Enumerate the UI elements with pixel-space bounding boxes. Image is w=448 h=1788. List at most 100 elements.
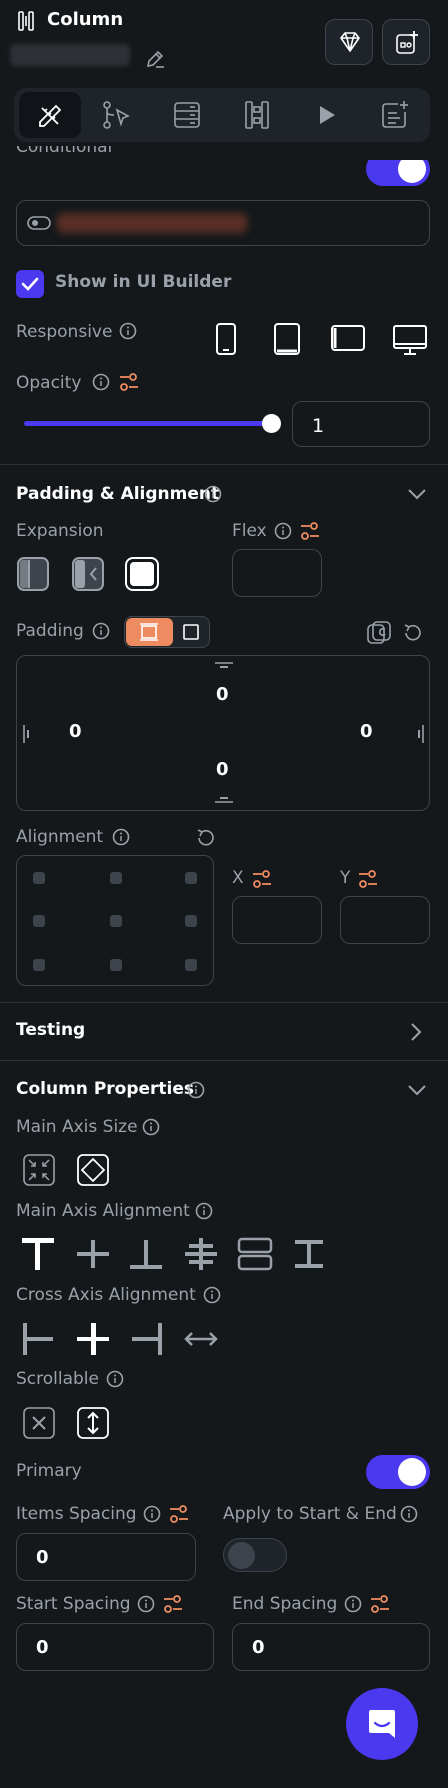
padding-top-input[interactable]: 0: [216, 684, 229, 705]
copy-style-icon[interactable]: [366, 620, 392, 646]
expansion-flexible-button[interactable]: [71, 556, 105, 592]
edit-name-icon[interactable]: [144, 48, 166, 70]
set-variable-icon[interactable]: [162, 1593, 184, 1615]
primary-label: Primary: [16, 1461, 82, 1481]
set-variable-icon[interactable]: [118, 371, 140, 393]
space-around-icon[interactable]: [237, 1236, 273, 1272]
main-axis-max-button[interactable]: [77, 1154, 109, 1186]
add-widget-button[interactable]: [382, 19, 430, 65]
space-evenly-icon[interactable]: [291, 1236, 327, 1272]
set-variable-icon[interactable]: [357, 868, 379, 890]
padding-label: Padding: [16, 621, 84, 641]
align-center-left[interactable]: [33, 915, 45, 927]
info-icon[interactable]: [119, 322, 137, 340]
opacity-slider[interactable]: [24, 414, 281, 434]
align-bottom-left[interactable]: [33, 959, 45, 971]
set-variable-icon[interactable]: [299, 520, 321, 542]
padding-editor: 0 0 0 0: [16, 655, 430, 811]
info-icon[interactable]: [344, 1595, 362, 1613]
widget-name-field[interactable]: [10, 44, 130, 66]
info-icon[interactable]: [106, 1370, 124, 1388]
tablet-icon[interactable]: [272, 322, 302, 356]
info-icon[interactable]: [92, 622, 110, 640]
main-axis-min-button[interactable]: [23, 1154, 55, 1186]
padding-right-input[interactable]: 0: [360, 721, 373, 742]
desktop-icon[interactable]: [392, 324, 428, 356]
items-spacing-input[interactable]: 0: [16, 1533, 196, 1581]
align-end-icon[interactable]: [128, 1236, 164, 1272]
chevron-down-icon[interactable]: [406, 486, 428, 502]
support-chat-button[interactable]: [346, 1688, 418, 1760]
main-axis-size-label: Main Axis Size: [16, 1117, 138, 1137]
premium-button[interactable]: [325, 19, 373, 65]
check-icon: [21, 276, 39, 292]
tablet-landscape-icon[interactable]: [330, 324, 366, 352]
primary-toggle[interactable]: [366, 1455, 430, 1489]
info-icon[interactable]: [137, 1595, 155, 1613]
cross-start-icon[interactable]: [20, 1321, 56, 1357]
align-center-right[interactable]: [185, 915, 197, 927]
padding-left-input[interactable]: 0: [69, 721, 82, 742]
info-icon[interactable]: [274, 522, 292, 540]
set-variable-icon[interactable]: [251, 868, 273, 890]
apply-start-end-toggle[interactable]: [223, 1538, 287, 1572]
y-input[interactable]: [340, 896, 430, 944]
align-bottom-right[interactable]: [185, 959, 197, 971]
info-icon[interactable]: [195, 1202, 213, 1220]
tab-run[interactable]: [315, 102, 339, 128]
opacity-input[interactable]: 1: [292, 401, 430, 447]
expansion-expanded-button[interactable]: [124, 556, 160, 592]
info-icon[interactable]: [143, 1505, 161, 1523]
padding-uniform-button[interactable]: [183, 624, 199, 640]
align-top-center[interactable]: [110, 872, 122, 884]
expansion-default-button[interactable]: [16, 556, 50, 592]
conditional-toggle[interactable]: [366, 160, 430, 186]
padding-bottom-input[interactable]: 0: [216, 759, 229, 780]
conditional-value-field[interactable]: [16, 200, 430, 246]
apply-start-end-label: Apply to Start & End: [223, 1504, 397, 1524]
chevron-right-icon[interactable]: [408, 1021, 424, 1043]
alignment-label: Alignment: [16, 827, 104, 847]
info-icon[interactable]: [400, 1505, 418, 1523]
tab-actions[interactable]: [102, 100, 132, 130]
tab-properties[interactable]: [19, 92, 81, 138]
align-top-right[interactable]: [185, 872, 197, 884]
start-spacing-input[interactable]: 0: [16, 1623, 214, 1671]
tab-notes[interactable]: [380, 100, 410, 130]
tab-backend-query[interactable]: [172, 100, 202, 130]
info-icon[interactable]: [112, 828, 130, 846]
info-icon[interactable]: [142, 1118, 160, 1136]
set-variable-icon[interactable]: [369, 1593, 391, 1615]
info-icon[interactable]: [187, 1081, 205, 1099]
space-between-icon[interactable]: [183, 1236, 219, 1272]
align-start-icon[interactable]: [20, 1236, 56, 1272]
tab-widget-tree[interactable]: [242, 100, 272, 130]
main-axis-alignment-label: Main Axis Alignment: [16, 1201, 190, 1221]
info-icon[interactable]: [204, 485, 222, 503]
actions-icon: [102, 100, 132, 130]
chevron-down-icon[interactable]: [406, 1082, 428, 1098]
cross-center-icon[interactable]: [75, 1321, 111, 1357]
align-bottom-center[interactable]: [110, 959, 122, 971]
align-center-icon[interactable]: [75, 1236, 111, 1272]
info-icon[interactable]: [92, 373, 110, 391]
cross-stretch-icon[interactable]: [183, 1321, 219, 1357]
scroll-vertical-button[interactable]: [77, 1407, 109, 1439]
padding-all-sides-button[interactable]: [126, 618, 173, 646]
phone-icon[interactable]: [214, 322, 238, 356]
x-input[interactable]: [232, 896, 322, 944]
flex-input[interactable]: [232, 549, 322, 597]
end-spacing-input[interactable]: 0: [232, 1623, 430, 1671]
scroll-none-button[interactable]: [23, 1407, 55, 1439]
info-icon[interactable]: [203, 1286, 221, 1304]
header: Column: [0, 0, 448, 80]
reset-icon[interactable]: [195, 827, 217, 849]
slider-thumb[interactable]: [262, 414, 281, 433]
section-title-testing[interactable]: Testing: [16, 1020, 85, 1040]
set-variable-icon[interactable]: [168, 1503, 190, 1525]
align-top-left[interactable]: [33, 872, 45, 884]
cross-end-icon[interactable]: [129, 1321, 165, 1357]
show-builder-checkbox[interactable]: [16, 270, 44, 298]
reset-icon[interactable]: [402, 622, 424, 644]
align-center[interactable]: [110, 915, 122, 927]
